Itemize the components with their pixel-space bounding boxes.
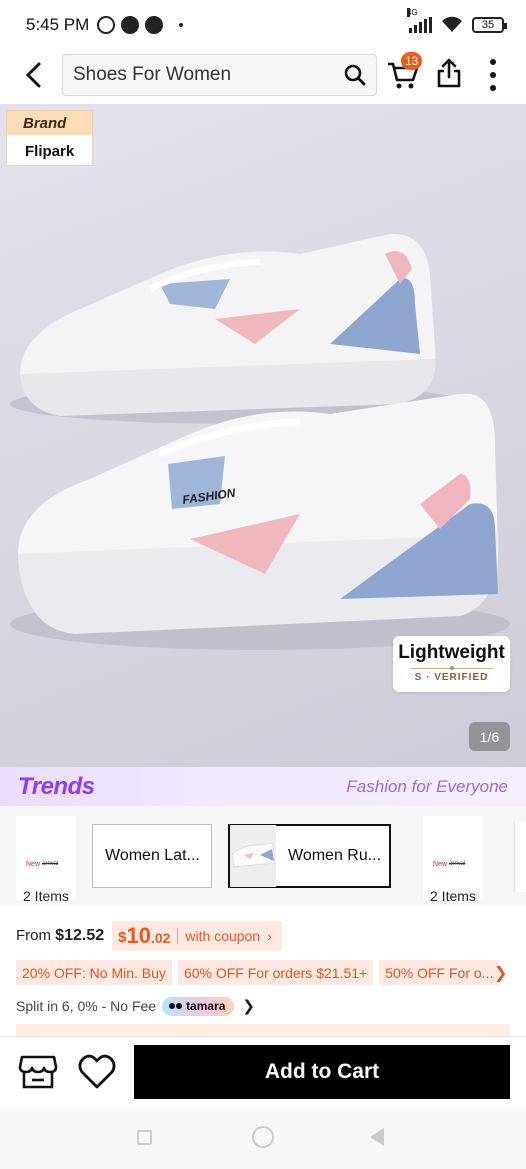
thumbnail-count: 2 Items <box>23 888 69 904</box>
coupon-price-decimal: .02 <box>150 930 171 946</box>
tamara-logo-icon <box>169 1003 183 1009</box>
thumbnail-mini-text: arrival <box>449 861 466 867</box>
coupon-price-whole: 10 <box>126 923 151 948</box>
home-icon[interactable] <box>252 1126 274 1148</box>
variant-thumbnails: New arrival 2 Items Women Lat... Women R… <box>0 806 526 906</box>
lightweight-title: Lightweight <box>398 642 505 663</box>
status-bar: 5:45 PM 4G 35 <box>0 0 526 50</box>
coupon-divider <box>177 928 179 944</box>
search-input[interactable] <box>73 64 333 86</box>
add-to-cart-button[interactable]: Add to Cart <box>134 1045 510 1099</box>
signal-icon: 4G <box>407 8 432 33</box>
verified-label: S · VERIFIED <box>414 672 489 683</box>
thumbnail-count: 2 Items <box>430 888 476 904</box>
chevron-right-icon: › <box>267 928 272 944</box>
brand-badge: Brand Flipark <box>6 110 93 166</box>
product-image[interactable]: FASHION Brand Flipark Lightweight S · VE… <box>0 104 526 767</box>
trends-tagline: Fashion for Everyone <box>346 776 508 796</box>
thumbnail-label: Women Ru... <box>288 847 382 864</box>
messenger-icon <box>145 16 164 34</box>
from-price: From $12.52 <box>16 927 104 945</box>
offers-row: 20% OFF: No Min. Buy 60% OFF For orders … <box>16 960 526 986</box>
battery-icon: 35 <box>472 17 507 33</box>
thumbnail-item[interactable]: New arrival 2 Items <box>16 816 76 904</box>
thumbnail-item-selected[interactable]: Women Ru... <box>228 824 391 888</box>
thumbnail-image <box>230 825 276 887</box>
messenger-icon <box>121 16 140 34</box>
cart-badge: 13 <box>401 52 423 70</box>
offer-tag[interactable]: 50% OFF For o... <box>379 960 500 985</box>
dot-icon <box>179 23 184 27</box>
thumbnail-item[interactable]: New arrival 2 Items <box>423 816 483 904</box>
thumbnail-mini-text: arrival <box>42 861 59 867</box>
back-triangle-icon[interactable] <box>370 1128 384 1146</box>
thumbnail-mini-text: New <box>433 861 448 868</box>
promo-strip <box>16 1024 510 1036</box>
thumbnail-mini-text: New <box>26 861 41 868</box>
installment-row[interactable]: Split in 6, 0% - No Fee tamara ❯ <box>16 995 255 1017</box>
bottom-action-bar: Add to Cart <box>0 1036 526 1108</box>
coupon-label: with coupon <box>185 928 261 944</box>
status-time: 5:45 PM <box>26 15 90 34</box>
trends-banner[interactable]: Trends Fashion for Everyone <box>0 767 526 806</box>
image-counter: 1/6 <box>469 722 510 751</box>
trends-logo: Trends <box>18 772 95 800</box>
chevron-right-icon: ❯ <box>242 998 255 1015</box>
badge-divider <box>410 666 493 670</box>
more-vert-icon[interactable] <box>486 59 500 91</box>
price-row: From $12.52 $ 10 .02 with coupon › <box>0 918 526 954</box>
recents-icon[interactable] <box>137 1130 152 1145</box>
offer-tag[interactable]: 60% OFF For orders $21.51+ <box>177 960 374 985</box>
back-button[interactable] <box>18 60 48 90</box>
store-icon[interactable] <box>18 1053 58 1091</box>
installment-text: Split in 6, 0% - No Fee <box>16 998 157 1014</box>
battery-level: 35 <box>481 19 495 31</box>
thumbnail-item-partial[interactable] <box>514 822 526 892</box>
tamara-label: tamara <box>186 999 226 1013</box>
whatsapp-icon <box>97 16 116 34</box>
thumbnail-label: Women Lat... <box>105 847 200 864</box>
heart-icon[interactable] <box>78 1054 116 1090</box>
back-arrow-icon <box>25 62 41 88</box>
from-label: From <box>16 927 51 944</box>
share-icon[interactable] <box>436 57 462 89</box>
brand-name: Flipark <box>25 142 75 160</box>
coupon-price-button[interactable]: $ 10 .02 with coupon › <box>112 921 282 951</box>
offer-tag[interactable]: 20% OFF: No Min. Buy <box>16 960 172 985</box>
network-type: 4G <box>407 8 418 17</box>
thumbnail-item[interactable]: Women Lat... <box>92 824 212 888</box>
tamara-badge: tamara <box>162 996 235 1016</box>
search-bar[interactable] <box>62 54 377 96</box>
from-price-value: $12.52 <box>55 927 105 944</box>
top-header: 13 <box>0 52 526 98</box>
coupon-currency: $ <box>118 928 127 946</box>
system-nav-bar <box>0 1108 526 1169</box>
chevron-right-icon[interactable]: ❯ <box>494 963 507 983</box>
wifi-icon <box>442 16 462 32</box>
brand-label: Brand <box>7 111 92 135</box>
lightweight-badge: Lightweight S · VERIFIED <box>393 636 510 692</box>
search-icon[interactable] <box>344 64 366 86</box>
